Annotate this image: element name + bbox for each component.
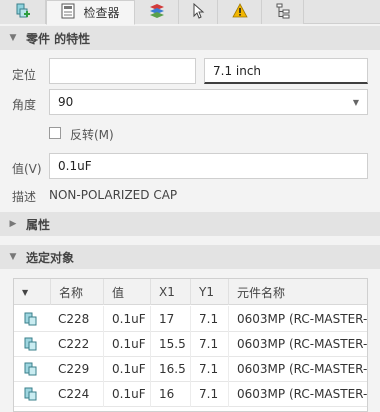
column-header-x1[interactable]: X1 (150, 279, 190, 305)
warning-icon (231, 3, 248, 21)
cell-name: C229 (58, 362, 90, 376)
column-header-part[interactable]: 元件名称 (228, 279, 367, 305)
tab-layers[interactable] (135, 0, 179, 24)
description-label: 描述 (12, 190, 37, 204)
angle-select[interactable]: 90 ▼ (49, 89, 368, 115)
position-x-field[interactable] (49, 58, 196, 84)
tab-add-part[interactable] (0, 0, 46, 24)
cell-value: 0.1uF (103, 306, 150, 332)
cell-value: 0.1uF (103, 331, 150, 357)
column-header-value[interactable]: 值 (103, 279, 150, 305)
selected-objects-table: ▼ 名称 值 X1 Y1 元件名称 C228 0.1uF 17 7.1 0603MP (… (13, 278, 368, 412)
flip-label: 反转(M) (70, 128, 114, 142)
chevron-down-icon: ▼ (9, 33, 17, 43)
cursor-icon (191, 2, 205, 22)
layers-icon (148, 3, 166, 22)
cell-part: 0603MP (RC-MASTER-S (228, 306, 367, 332)
cell-part: 0603MP (RC-MASTER-S (228, 356, 367, 382)
column-header-y1[interactable]: Y1 (190, 279, 228, 305)
description-value: NON-POLARIZED CAP (49, 188, 178, 202)
chevron-right-icon: ▶ (9, 219, 17, 229)
tab-select[interactable] (179, 0, 218, 24)
hierarchy-icon (275, 3, 291, 22)
cell-x1: 15.5 (150, 331, 190, 357)
table-header: ▼ 名称 值 X1 Y1 元件名称 (14, 279, 367, 305)
table-row[interactable]: C228 0.1uF 17 7.1 0603MP (RC-MASTER-S (14, 306, 367, 332)
tab-hierarchy[interactable] (262, 0, 304, 24)
column-header-name[interactable]: 名称 (50, 279, 100, 305)
cell-value: 0.1uF (103, 381, 150, 407)
attributes-section-header[interactable]: ▶ 属性 (0, 212, 380, 236)
tab-warnings[interactable] (218, 0, 262, 24)
cell-value: 0.1uF (103, 356, 150, 382)
value-label: 值(V) (12, 162, 42, 176)
position-y-field[interactable]: 7.1 inch (204, 58, 368, 84)
tab-inspector[interactable]: 检查器 (46, 0, 135, 25)
chevron-down-icon: ▼ (9, 252, 17, 262)
cell-name: C224 (58, 387, 90, 401)
cell-y1: 7.1 (190, 381, 228, 407)
attributes-title: 属性 (26, 217, 51, 232)
component-icon (14, 331, 50, 357)
cell-name: C222 (58, 337, 90, 351)
angle-value: 90 (58, 95, 74, 109)
flip-checkbox[interactable] (49, 127, 61, 139)
cell-part: 0603MP (RC-MASTER-S (228, 331, 367, 357)
tab-inspector-label: 检查器 (83, 6, 120, 20)
cell-y1: 7.1 (190, 306, 228, 332)
component-icon (14, 306, 50, 332)
table-row[interactable]: C229 0.1uF 16.5 7.1 0603MP (RC-MASTER-S (14, 356, 367, 382)
properties-section-header[interactable]: ▼ 零件 的特性 (0, 26, 380, 50)
table-row[interactable]: C222 0.1uF 15.5 7.1 0603MP (RC-MASTER-S (14, 331, 367, 357)
component-icon (14, 381, 50, 407)
angle-label: 角度 (12, 98, 37, 112)
table-row[interactable]: C224 0.1uF 16 7.1 0603MP (RC-MASTER-S (14, 381, 367, 407)
dropdown-arrow-icon: ▼ (352, 98, 359, 107)
cell-y1: 7.1 (190, 331, 228, 357)
cell-x1: 17 (150, 306, 190, 332)
inspector-icon (61, 3, 75, 22)
properties-title: 零件 的特性 (26, 31, 91, 46)
cell-name: C228 (58, 312, 90, 326)
cell-x1: 16 (150, 381, 190, 407)
sort-arrow-icon: ▼ (22, 287, 29, 297)
cell-y1: 7.1 (190, 356, 228, 382)
cell-part: 0603MP (RC-MASTER-S (228, 381, 367, 407)
add-part-icon (14, 2, 32, 23)
component-icon (14, 356, 50, 382)
sort-column-header[interactable]: ▼ (14, 279, 50, 305)
cell-x1: 16.5 (150, 356, 190, 382)
position-label: 定位 (12, 68, 37, 82)
selected-section-header[interactable]: ▼ 选定对象 (0, 245, 380, 269)
value-field[interactable]: 0.1uF (49, 153, 368, 179)
selected-title: 选定对象 (26, 250, 75, 265)
tab-bar: 检查器 (0, 0, 380, 25)
